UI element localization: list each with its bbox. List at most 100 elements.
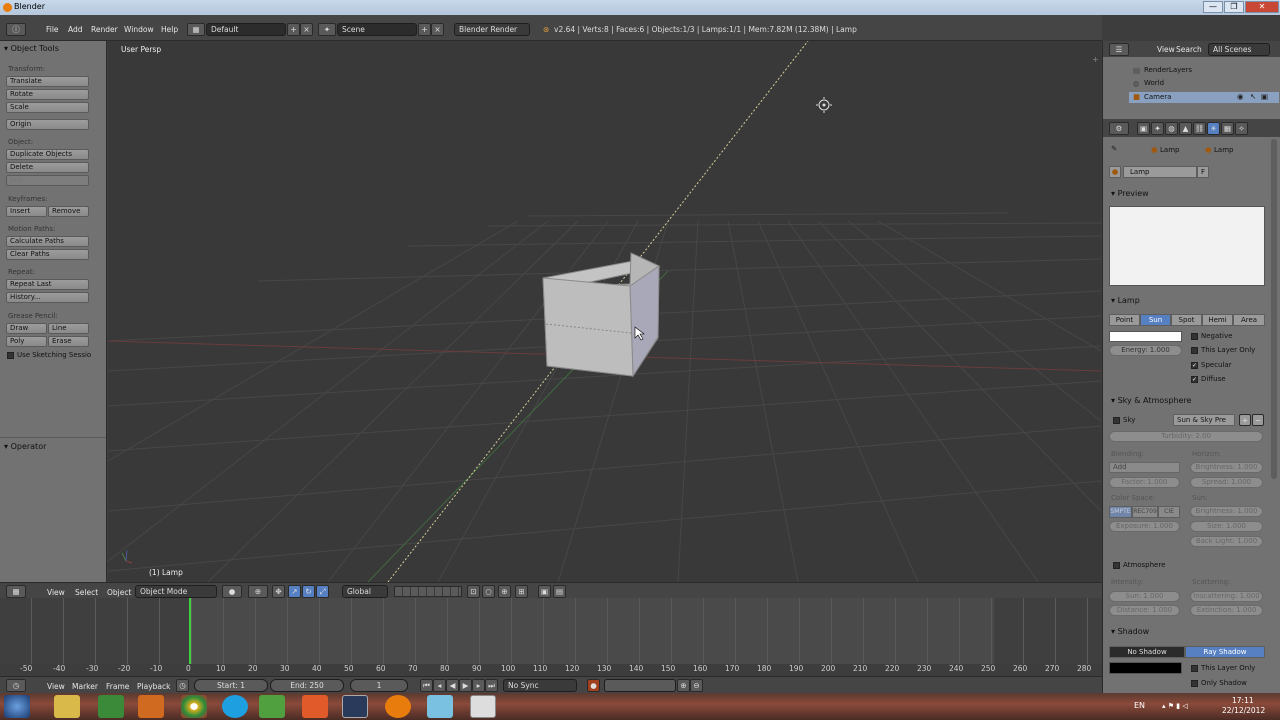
- proportional-edit-icon[interactable]: ○: [482, 585, 495, 598]
- negative-checkbox[interactable]: Negative: [1191, 332, 1232, 340]
- insert-keyframe-icon[interactable]: ⊕: [677, 679, 690, 692]
- lamp-datablock-name[interactable]: Lamp: [1123, 166, 1197, 178]
- chrome-icon[interactable]: [181, 695, 207, 718]
- color-space-rec709[interactable]: REC709: [1132, 506, 1158, 518]
- skype-icon[interactable]: [222, 695, 248, 718]
- keying-set-field[interactable]: [604, 679, 676, 692]
- prev-keyframe-icon[interactable]: ◂: [433, 679, 446, 692]
- render-engine-select[interactable]: Blender Render: [454, 23, 530, 36]
- start-button-icon[interactable]: [4, 695, 30, 718]
- renderability-camera-icon[interactable]: ▣: [1261, 92, 1268, 101]
- preview-range-icon[interactable]: ◷: [176, 679, 189, 692]
- delete-button[interactable]: Delete: [6, 162, 89, 173]
- fake-user-button[interactable]: F: [1197, 166, 1209, 178]
- diffuse-checkbox[interactable]: ✓ Diffuse: [1191, 375, 1226, 383]
- sync-mode-select[interactable]: No Sync: [503, 679, 577, 692]
- next-keyframe-icon[interactable]: ▸: [472, 679, 485, 692]
- sky-checkbox[interactable]: Sky: [1113, 416, 1135, 424]
- editor-type-outliner-icon[interactable]: ☰: [1109, 43, 1129, 56]
- remove-keyframe-button[interactable]: Remove: [48, 206, 89, 217]
- add-preset-icon[interactable]: +: [1239, 414, 1251, 426]
- render-tab-icon[interactable]: ▣: [1137, 122, 1150, 135]
- layers-grid[interactable]: [394, 586, 462, 597]
- particles-tab-icon[interactable]: ✧: [1235, 122, 1248, 135]
- menu-select[interactable]: Select: [75, 588, 98, 597]
- minimize-button[interactable]: —: [1203, 1, 1223, 13]
- texture-tab-icon[interactable]: ▦: [1221, 122, 1234, 135]
- blend-mode-select[interactable]: Add: [1109, 462, 1180, 473]
- outliner-menu-view[interactable]: View: [1157, 45, 1175, 54]
- remove-scene-icon[interactable]: ×: [431, 23, 444, 36]
- menu-playback[interactable]: Playback: [137, 682, 170, 691]
- extinction-field[interactable]: Extinction: 1.000: [1190, 605, 1263, 616]
- vlc-icon[interactable]: [302, 695, 328, 718]
- menu-help[interactable]: Help: [161, 25, 178, 34]
- duplicate-objects-button[interactable]: Duplicate Objects: [6, 149, 89, 160]
- delete-keyframe-icon[interactable]: ⊖: [690, 679, 703, 692]
- scene-icon[interactable]: ✦: [318, 23, 336, 36]
- menu-view[interactable]: View: [47, 588, 65, 597]
- language-indicator[interactable]: EN: [1134, 701, 1145, 710]
- lamp-type-spot[interactable]: Spot: [1171, 314, 1202, 326]
- menu-window[interactable]: Window: [124, 25, 154, 34]
- constraints-tab-icon[interactable]: ⛓: [1193, 122, 1206, 135]
- screen-layout-icon[interactable]: ▦: [187, 23, 205, 36]
- atmosphere-checkbox[interactable]: Atmosphere: [1113, 561, 1165, 569]
- current-frame-marker[interactable]: [189, 598, 191, 668]
- scene-tab-icon[interactable]: ✦: [1151, 122, 1164, 135]
- current-frame-field[interactable]: 1: [350, 679, 408, 692]
- history-button[interactable]: History...: [6, 292, 89, 303]
- use-sketching-checkbox[interactable]: Use Sketching Sessio: [7, 351, 91, 359]
- add-screen-icon[interactable]: +: [287, 23, 300, 36]
- clock-date[interactable]: 22/12/2012: [1222, 706, 1265, 715]
- outliner-display-select[interactable]: All Scenes: [1208, 43, 1270, 56]
- selectability-cursor-icon[interactable]: ↖: [1250, 92, 1256, 101]
- lamp-panel-header[interactable]: ▾ Lamp: [1111, 296, 1140, 305]
- layer-lock-icon[interactable]: ⊡: [467, 585, 480, 598]
- snap-icon[interactable]: ⊕: [498, 585, 511, 598]
- world-tab-icon[interactable]: ◍: [1165, 122, 1178, 135]
- energy-field[interactable]: Energy: 1.000: [1109, 345, 1182, 356]
- rotate-manipulator-icon[interactable]: ↻: [302, 585, 315, 598]
- erase-button[interactable]: Erase: [48, 336, 89, 347]
- origin-button[interactable]: Origin: [6, 119, 89, 130]
- explorer-icon[interactable]: [54, 695, 80, 718]
- turbidity-field[interactable]: Turbidity: 2.00: [1109, 431, 1263, 442]
- play-reverse-icon[interactable]: ◀: [446, 679, 459, 692]
- scale-button[interactable]: Scale: [6, 102, 89, 113]
- play-icon[interactable]: ▶: [459, 679, 472, 692]
- distance-field[interactable]: Distance: 1.000: [1109, 605, 1180, 616]
- media-player-icon[interactable]: [138, 695, 164, 718]
- visibility-eye-icon[interactable]: ◉: [1237, 92, 1244, 101]
- clock-time[interactable]: 17:11: [1232, 696, 1254, 705]
- mode-select[interactable]: Object Mode: [135, 585, 217, 598]
- notepad-icon[interactable]: [470, 695, 496, 718]
- pin-icon[interactable]: ✎: [1111, 144, 1117, 153]
- rotate-button[interactable]: Rotate: [6, 89, 89, 100]
- app-icon[interactable]: [427, 695, 453, 718]
- sky-preset-select[interactable]: Sun & Sky Pre: [1173, 414, 1235, 426]
- menu-render[interactable]: Render: [91, 25, 118, 34]
- menu-object[interactable]: Object: [107, 588, 131, 597]
- ray-shadow-button[interactable]: Ray Shadow: [1185, 646, 1265, 658]
- size-field[interactable]: Size: 1.000: [1190, 521, 1263, 532]
- shadow-color-swatch[interactable]: [1109, 662, 1182, 674]
- editor-type-info-icon[interactable]: ⓘ: [6, 23, 26, 36]
- outliner-item[interactable]: Camera: [1144, 93, 1171, 101]
- lamp-type-point[interactable]: Point: [1109, 314, 1140, 326]
- specular-checkbox[interactable]: ✓ Specular: [1191, 361, 1232, 369]
- outliner-menu-search[interactable]: Search: [1176, 45, 1202, 54]
- tray-icons[interactable]: ▴ ⚑ ▮ ◁: [1162, 702, 1188, 710]
- properties-scrollbar[interactable]: [1271, 139, 1277, 479]
- scale-manipulator-icon[interactable]: ⤢: [316, 585, 329, 598]
- menu-add[interactable]: Add: [68, 25, 83, 34]
- factor-field[interactable]: Factor: 1.000: [1109, 477, 1180, 488]
- editor-type-properties-icon[interactable]: ⚙: [1109, 122, 1129, 135]
- lamp-data-tab-icon[interactable]: ☀: [1207, 122, 1220, 135]
- shading-icon[interactable]: ●: [222, 585, 242, 598]
- color-space-cie[interactable]: CIE: [1158, 506, 1180, 518]
- orientation-select[interactable]: Global: [342, 585, 388, 598]
- pivot-icon[interactable]: ⊕: [248, 585, 268, 598]
- terminal-icon[interactable]: [98, 695, 124, 718]
- close-button[interactable]: ✕: [1245, 1, 1279, 13]
